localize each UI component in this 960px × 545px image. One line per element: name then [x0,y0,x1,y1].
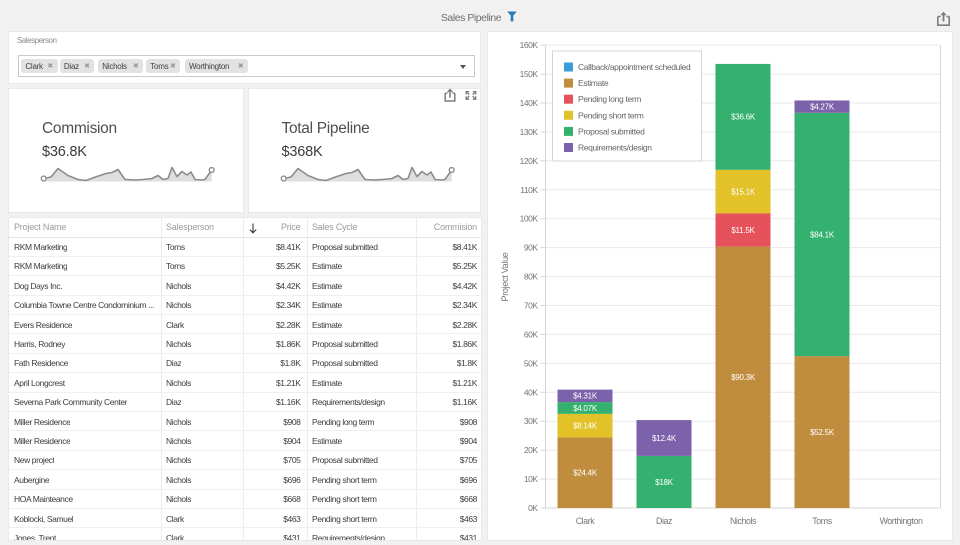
svg-text:140K: 140K [519,98,538,108]
svg-text:150K: 150K [519,69,538,79]
svg-text:$90.3K: $90.3K [731,373,756,382]
svg-text:$52.5K: $52.5K [810,428,835,437]
svg-text:Project Value: Project Value [500,252,510,301]
svg-text:$84.1K: $84.1K [810,230,835,239]
svg-text:$11.5K: $11.5K [731,226,755,235]
svg-text:$4.27K: $4.27K [810,102,835,111]
svg-text:120K: 120K [519,156,538,166]
svg-text:20K: 20K [523,445,537,455]
svg-text:$15.1K: $15.1K [731,188,756,197]
svg-text:70K: 70K [523,301,537,311]
svg-text:$24.4K: $24.4K [573,469,598,478]
svg-text:100K: 100K [519,214,538,224]
svg-text:Diaz: Diaz [656,516,672,526]
svg-text:$12.4K: $12.4K [652,434,677,443]
svg-text:90K: 90K [523,243,537,253]
svg-text:Worthington: Worthington [879,516,922,526]
svg-text:Toms: Toms [812,516,832,526]
svg-text:Requirements/design: Requirements/design [578,143,652,153]
svg-text:160K: 160K [519,40,538,50]
svg-text:Nichols: Nichols [729,516,756,526]
svg-text:60K: 60K [523,329,537,339]
svg-text:80K: 80K [523,272,537,282]
svg-text:Pending short term: Pending short term [578,110,644,120]
svg-text:$4.07K: $4.07K [573,404,598,413]
svg-text:Clark: Clark [575,516,595,526]
svg-text:Pending long term: Pending long term [578,94,641,104]
svg-text:$4.31K: $4.31K [573,392,598,401]
svg-text:50K: 50K [523,358,537,368]
svg-text:110K: 110K [520,185,538,195]
svg-text:40K: 40K [523,387,537,397]
svg-text:30K: 30K [523,416,537,426]
svg-text:$36.6K: $36.6K [731,113,756,122]
svg-text:10K: 10K [523,474,537,484]
svg-text:$8.14K: $8.14K [573,421,598,430]
svg-text:Callback/appointment scheduled: Callback/appointment scheduled [578,62,691,72]
svg-text:Proposal submitted: Proposal submitted [578,126,645,136]
svg-text:130K: 130K [519,127,538,137]
svg-text:$18K: $18K [655,478,674,487]
svg-text:0K: 0K [528,503,538,513]
svg-text:Estimate: Estimate [578,78,609,88]
